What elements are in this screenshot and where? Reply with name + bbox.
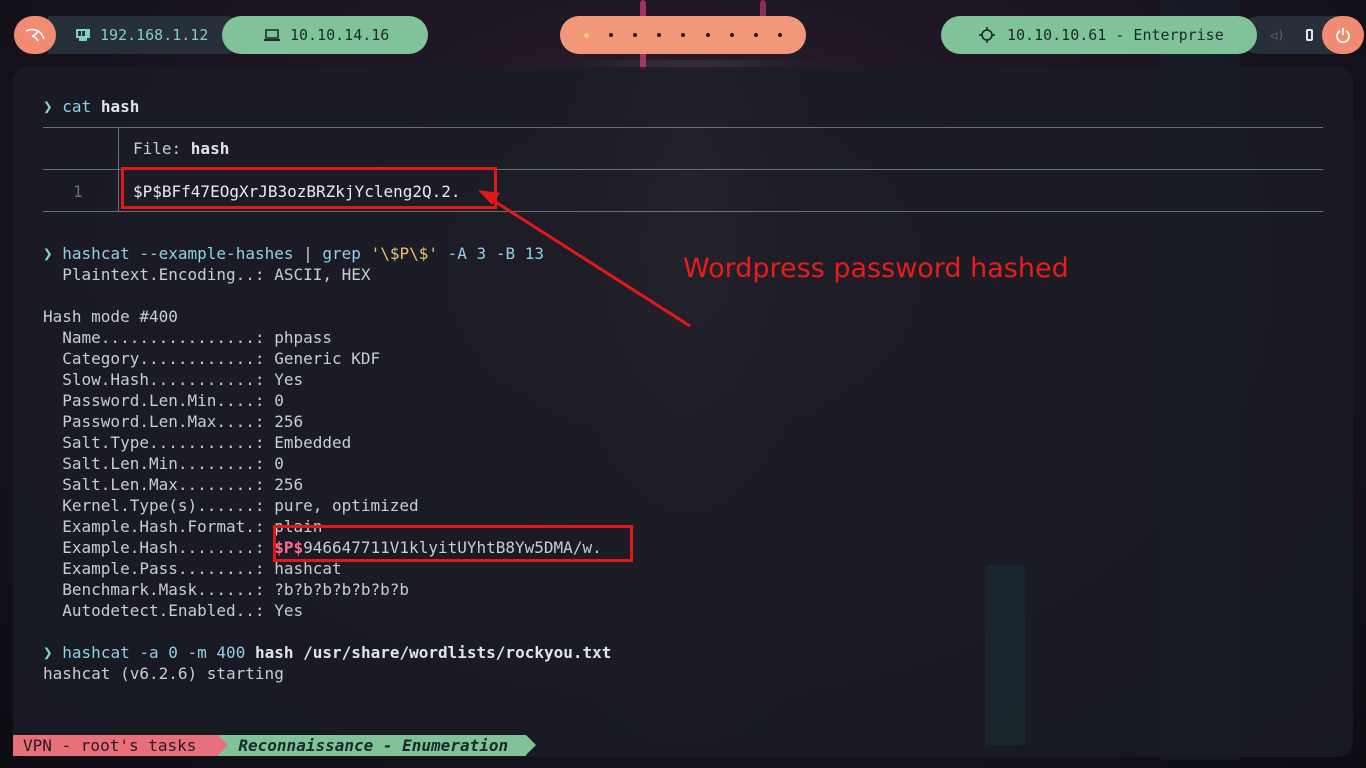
annotation-label: Wordpress password hashed <box>683 253 1069 284</box>
annotation-arrow <box>478 190 691 328</box>
status-window[interactable]: Reconnaissance - Enumeration <box>218 735 536 756</box>
tmux-status-bar: VPN - root's tasks Reconnaissance - Enum… <box>13 735 536 756</box>
status-session[interactable]: VPN - root's tasks <box>13 735 229 756</box>
